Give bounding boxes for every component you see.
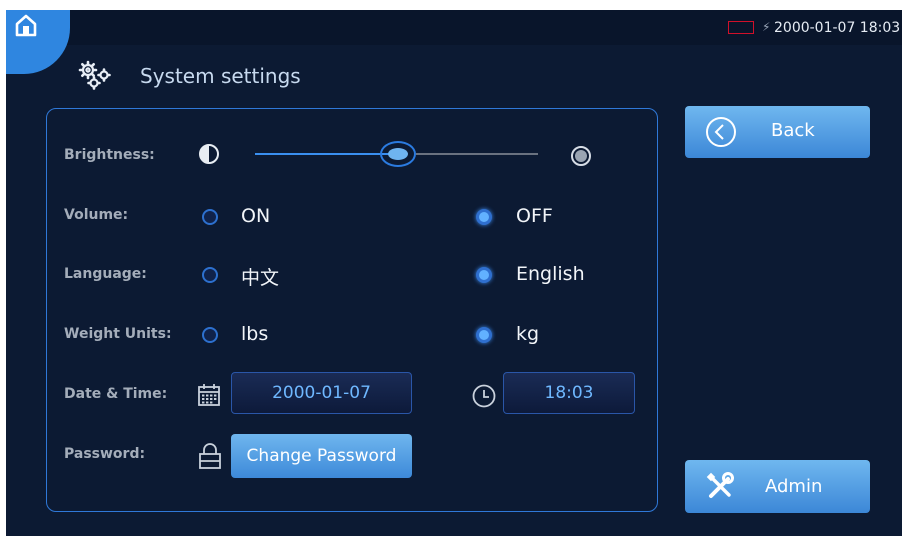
charging-icon: ⚡	[762, 20, 771, 34]
weight-lbs-label[interactable]: lbs	[241, 323, 268, 345]
brightness-high-icon[interactable]	[570, 145, 592, 167]
weight-kg-label[interactable]: kg	[516, 323, 539, 345]
date-field[interactable]: 2000-01-07	[231, 372, 412, 414]
change-password-button[interactable]: Change Password	[231, 434, 412, 478]
calendar-icon	[196, 382, 222, 408]
language-english-radio[interactable]	[476, 267, 492, 283]
password-label: Password:	[64, 446, 146, 462]
screen: ⚡ 2000-01-07 18:03 System settings Brigh…	[6, 10, 902, 536]
volume-on-radio[interactable]	[202, 209, 218, 225]
status-clock: 2000-01-07 18:03	[774, 20, 901, 36]
slider-thumb[interactable]	[380, 141, 416, 167]
back-arrow-icon	[705, 116, 737, 148]
admin-button[interactable]: Admin	[685, 460, 870, 513]
slider-thumb-inner	[388, 148, 408, 160]
status-bar: ⚡ 2000-01-07 18:03	[6, 10, 902, 45]
volume-label: Volume:	[64, 207, 129, 223]
clock-icon	[471, 383, 497, 409]
volume-off-label[interactable]: OFF	[516, 205, 553, 227]
weight-kg-radio[interactable]	[476, 327, 492, 343]
brightness-low-icon[interactable]	[198, 143, 220, 165]
home-button[interactable]	[6, 10, 70, 74]
language-chinese-label[interactable]: 中文	[241, 263, 279, 290]
language-label: Language:	[64, 266, 147, 282]
volume-off-radio[interactable]	[476, 209, 492, 225]
lock-icon	[197, 441, 223, 471]
weight-lbs-radio[interactable]	[202, 327, 218, 343]
tools-icon	[705, 471, 735, 501]
home-icon	[12, 12, 40, 38]
language-chinese-radio[interactable]	[202, 267, 218, 283]
gear-icon	[76, 59, 116, 91]
date-time-label: Date & Time:	[64, 386, 168, 402]
brightness-label: Brightness:	[64, 147, 155, 163]
battery-icon	[728, 21, 754, 34]
page-title: System settings	[140, 64, 301, 88]
time-field[interactable]: 18:03	[503, 372, 635, 414]
language-english-label[interactable]: English	[516, 263, 585, 285]
back-button-label: Back	[771, 120, 815, 141]
admin-button-label: Admin	[765, 476, 823, 497]
slider-track	[416, 153, 538, 155]
back-button[interactable]: Back	[685, 106, 870, 158]
volume-on-label[interactable]: ON	[241, 205, 270, 227]
weight-units-label: Weight Units:	[64, 326, 172, 342]
